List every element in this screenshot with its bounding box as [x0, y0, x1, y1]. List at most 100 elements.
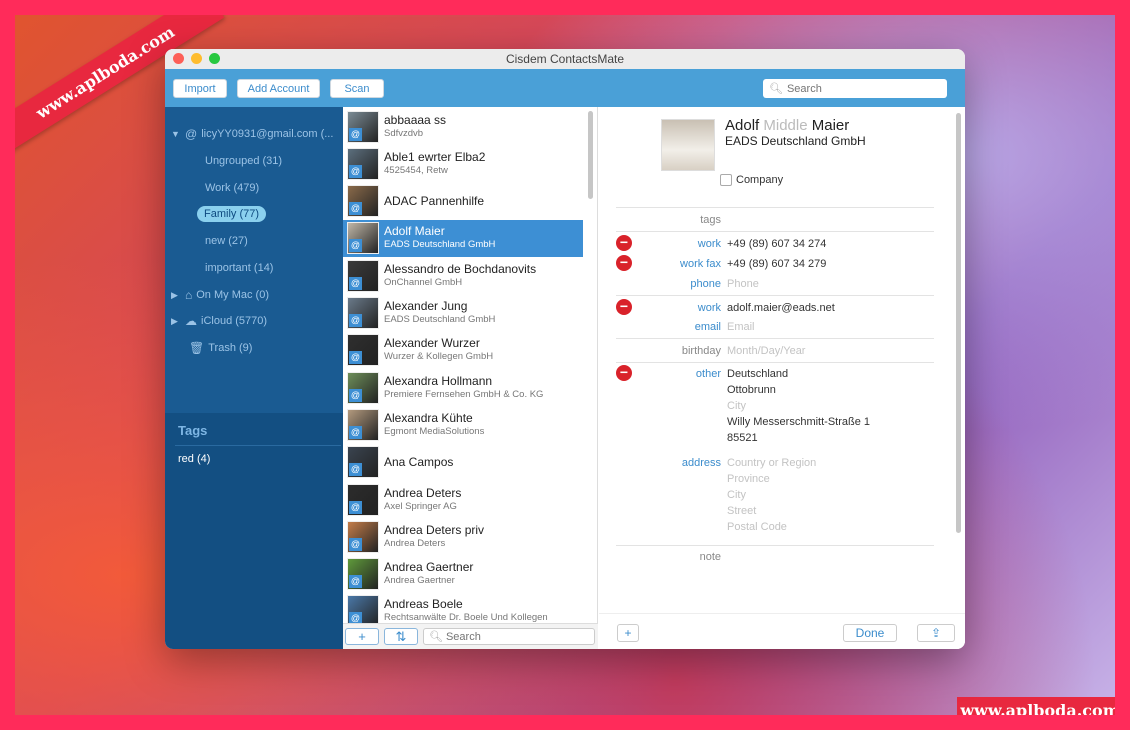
list-search-input[interactable] — [445, 630, 586, 643]
contact-row[interactable]: @ Alexandra Kühte Egmont MediaSolutions — [343, 406, 583, 443]
sidebar-group-family[interactable]: Family (77) — [197, 205, 267, 223]
first-name[interactable]: Adolf — [725, 117, 759, 134]
scan-button[interactable]: Scan — [330, 79, 384, 98]
contact-subtitle: Wurzer & Kollegen GmbH — [384, 351, 494, 363]
toolbar-search-input[interactable] — [786, 82, 937, 95]
email-value[interactable]: adolf.maier@eads.net — [727, 302, 835, 314]
disclosure-closed-icon[interactable]: ▶ — [171, 290, 185, 301]
contact-text: Alexander Wurzer Wurzer & Kollegen GmbH — [384, 337, 493, 363]
disclosure-open-icon[interactable]: ▼ — [171, 129, 185, 139]
done-button[interactable]: Done — [843, 624, 897, 642]
contact-subtitle: EADS Deutschland GmbH — [384, 314, 496, 325]
phone-value[interactable]: +49 (89) 607 34 279 — [727, 258, 826, 270]
at-badge-icon: @ — [349, 351, 362, 365]
tag-item-red[interactable]: red (4) — [178, 453, 210, 465]
list-search[interactable]: 🔍︎ — [423, 628, 595, 645]
address-placeholder[interactable]: Street — [727, 505, 756, 517]
company-name[interactable]: EADS Deutschland GmbH — [725, 134, 866, 148]
address-label[interactable]: other — [616, 368, 721, 380]
contact-photo[interactable] — [661, 119, 715, 171]
toolbar-search[interactable]: 🔍︎ — [763, 79, 947, 98]
divider — [175, 445, 341, 446]
contact-subtitle: Andrea Deters — [384, 537, 446, 549]
contact-subtitle: Premiere Fernsehen GmbH & Co. KG — [384, 388, 544, 400]
email-label[interactable]: email — [616, 321, 721, 333]
contact-row[interactable]: @ ADAC Pannenhilfe — [343, 183, 583, 220]
company-checkbox[interactable]: Company — [720, 174, 783, 186]
address-placeholder[interactable]: Postal Code — [727, 521, 787, 533]
address-line[interactable]: City — [727, 400, 746, 412]
add-contact-button[interactable]: + — [345, 628, 379, 645]
import-button[interactable]: Import — [173, 79, 227, 98]
contact-row[interactable]: @ Andrea Deters priv Andrea Deters — [343, 518, 583, 555]
phone-label[interactable]: work — [616, 238, 721, 250]
contact-row[interactable]: @ Ana Campos — [343, 444, 583, 481]
contact-name: abbaaaa ss — [384, 112, 447, 127]
contact-row[interactable]: @ Alessandro de Bochdanovits OnChannel Gmb… — [343, 257, 583, 294]
detail-scrollbar[interactable] — [956, 113, 961, 533]
sidebar-account[interactable]: ▼ @ licyYY0931@gmail.com (... — [171, 125, 333, 143]
sidebar-group-ungrouped[interactable]: Ungrouped (31) — [205, 152, 282, 170]
add-account-button[interactable]: Add Account — [237, 79, 320, 98]
contact-row[interactable]: @ Alexander Wurzer Wurzer & Kollegen GmbH — [343, 332, 583, 369]
contact-row[interactable]: @ Able1 ewrter Elba2 4525454, Retw — [343, 145, 583, 182]
sidebar-group-work[interactable]: Work (479) — [205, 179, 259, 197]
address-placeholder[interactable]: Country or Region — [727, 457, 816, 469]
avatar: @ — [347, 222, 379, 255]
address-line[interactable]: Deutschland — [727, 368, 788, 380]
contact-row[interactable]: @ Andrea Deters Axel Springer AG — [343, 481, 583, 518]
at-badge-icon: @ — [349, 575, 362, 589]
sidebar-on-my-mac[interactable]: ▶ ⌂ On My Mac (0) — [171, 286, 269, 304]
contact-row-selected[interactable]: @ Adolf Maier EADS Deutschland GmbH — [343, 219, 583, 257]
address-line[interactable]: 85521 — [727, 432, 758, 444]
contact-name: Alexander Wurzer — [384, 336, 480, 351]
add-field-button[interactable]: + — [617, 624, 639, 642]
address-placeholder[interactable]: Province — [727, 473, 770, 485]
checkbox-icon[interactable] — [720, 174, 732, 186]
address-label[interactable]: address — [616, 457, 721, 469]
contact-row[interactable]: @ abbaaaa ss Sdfvzdvb — [343, 108, 583, 145]
minimize-window-button[interactable] — [191, 53, 202, 64]
at-badge-icon: @ — [349, 500, 362, 514]
at-badge-icon: @ — [349, 127, 362, 141]
list-bottom-bar: + ⇅ 🔍︎ — [343, 623, 598, 649]
toolbar: Import Add Account Scan 🔍︎ — [165, 69, 965, 107]
share-button[interactable]: ⇪ — [917, 624, 955, 642]
sort-button[interactable]: ⇅ — [384, 628, 418, 645]
phone-label[interactable]: phone — [616, 278, 721, 290]
contact-full-name[interactable]: Adolf Middle Maier — [725, 117, 849, 134]
contact-subtitle: Egmont MediaSolutions — [384, 425, 485, 437]
phone-placeholder[interactable]: Phone — [727, 278, 759, 290]
sidebar-group-new[interactable]: new (27) — [205, 232, 248, 250]
phone-label[interactable]: work fax — [616, 258, 721, 270]
close-window-button[interactable] — [173, 53, 184, 64]
email-label[interactable]: work — [616, 302, 721, 314]
middle-name[interactable]: Middle — [763, 117, 807, 134]
birthday-placeholder[interactable]: Month/Day/Year — [727, 345, 805, 357]
list-scrollbar[interactable] — [588, 111, 593, 199]
address-line[interactable]: Ottobrunn — [727, 384, 776, 396]
contact-name: Adolf Maier — [384, 224, 445, 239]
contact-row[interactable]: @ Alexandra Hollmann Premiere Fernsehen Gm… — [343, 369, 583, 406]
watermark-corner: www.aplboda.com — [957, 697, 1115, 715]
address-line[interactable]: Willy Messerschmitt-Straße 1 — [727, 416, 870, 428]
address-placeholder[interactable]: City — [727, 489, 746, 501]
contact-name: Andrea Gaertner — [384, 560, 474, 575]
last-name[interactable]: Maier — [812, 117, 850, 134]
email-placeholder[interactable]: Email — [727, 321, 755, 333]
house-icon: ⌂ — [185, 288, 193, 302]
contact-row[interactable]: @ Andrea Gaertner Andrea Gaertner — [343, 556, 583, 593]
at-badge-icon: @ — [349, 276, 362, 290]
disclosure-closed-icon[interactable]: ▶ — [171, 316, 185, 327]
sidebar-group-important[interactable]: important (14) — [205, 259, 273, 277]
sidebar-trash[interactable]: 🗑︎ Trash (9) — [189, 339, 252, 357]
contact-row[interactable]: @ Alexander Jung EADS Deutschland GmbH — [343, 295, 583, 332]
tags-label: tags — [700, 214, 721, 226]
avatar: @ — [347, 185, 379, 218]
sidebar-icloud[interactable]: ▶ ☁ iCloud (5770) — [171, 312, 267, 330]
avatar: @ — [347, 446, 379, 479]
phone-value[interactable]: +49 (89) 607 34 274 — [727, 238, 826, 250]
contact-subtitle: OnChannel GmbH — [384, 276, 463, 288]
divider — [616, 338, 934, 339]
zoom-window-button[interactable] — [209, 53, 220, 64]
